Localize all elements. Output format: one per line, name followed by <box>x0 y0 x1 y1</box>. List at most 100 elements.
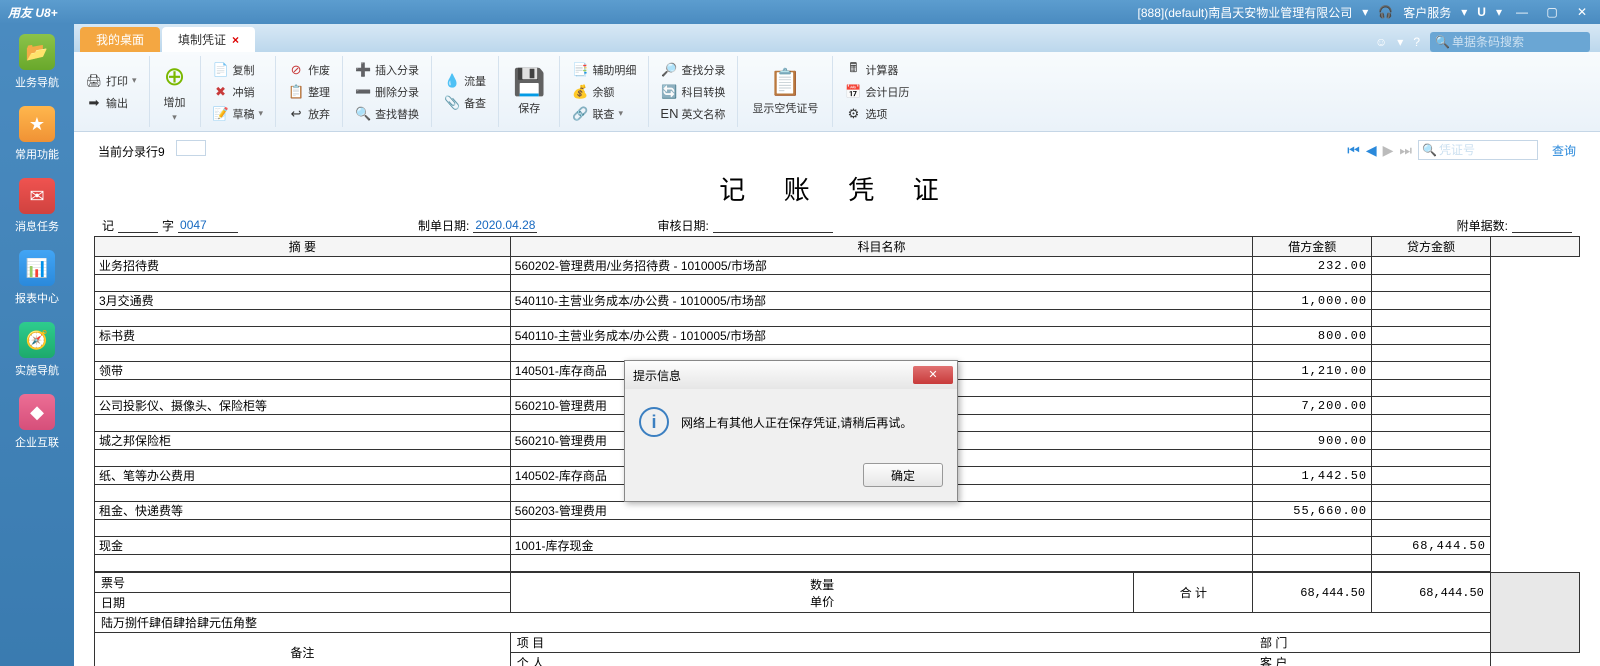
sidebar-item-enterprise[interactable]: ◆企业互联 <box>15 394 59 450</box>
flow-button[interactable]: 💧流量 <box>440 71 490 91</box>
col-credit[interactable]: 贷方金额 <box>1372 237 1491 257</box>
sidebar-item-report[interactable]: 📊报表中心 <box>15 250 59 306</box>
cell-credit[interactable] <box>1372 432 1491 450</box>
cell-credit[interactable] <box>1372 362 1491 380</box>
show-empty-button[interactable]: 📋显示空凭证号 <box>746 63 824 120</box>
cell-debit[interactable]: 7,200.00 <box>1253 397 1372 415</box>
help-icon[interactable]: ? <box>1413 35 1420 49</box>
sidebar-item-nav[interactable]: 📂业务导航 <box>15 34 59 90</box>
void-button[interactable]: ⊘作废 <box>284 60 334 80</box>
cell-debit[interactable]: 1,442.50 <box>1253 467 1372 485</box>
backup-button[interactable]: 📎备查 <box>440 93 490 113</box>
voucher-number[interactable]: 0047 <box>178 218 238 233</box>
cell-credit[interactable] <box>1372 327 1491 345</box>
cell-debit[interactable] <box>1253 537 1372 555</box>
barcode-search-input[interactable] <box>1430 32 1590 52</box>
cell-credit[interactable] <box>1372 292 1491 310</box>
cell-summary[interactable]: 领带 <box>95 362 511 380</box>
discard-button[interactable]: ↩放弃 <box>284 104 334 124</box>
cell-subject[interactable]: 560202-管理费用/业务招待费 - 1010005/市场部 <box>510 257 1253 275</box>
option-button[interactable]: ⚙选项 <box>841 104 913 124</box>
add-button[interactable]: ⊕增加 <box>158 57 192 127</box>
cell-credit[interactable] <box>1372 397 1491 415</box>
cell-summary[interactable]: 租金、快递费等 <box>95 502 511 520</box>
arrange-button[interactable]: 📋整理 <box>284 82 334 102</box>
nav-first-icon[interactable]: ⏮ <box>1347 142 1360 159</box>
u-label[interactable]: U <box>1477 5 1486 19</box>
smiley-icon[interactable]: ☺ <box>1375 35 1387 49</box>
cell-summary[interactable]: 城之邦保险柜 <box>95 432 511 450</box>
tab-desktop[interactable]: 我的桌面 <box>80 27 160 52</box>
cell-summary[interactable]: 纸、笔等办公费用 <box>95 467 511 485</box>
aux-detail-button[interactable]: 📑辅助明细 <box>568 60 640 80</box>
close-button[interactable]: ✕ <box>1572 5 1592 19</box>
cell-summary[interactable]: 现金 <box>95 537 511 555</box>
cell-credit[interactable] <box>1372 467 1491 485</box>
cell-credit[interactable] <box>1372 502 1491 520</box>
minimize-button[interactable]: — <box>1512 5 1532 19</box>
offset-button[interactable]: ✖冲销 <box>209 82 268 102</box>
nav-last-icon[interactable]: ⏭ <box>1399 142 1412 159</box>
service-dropdown-icon[interactable]: ▾ <box>1461 5 1467 19</box>
calendar-button[interactable]: 📅会计日历 <box>841 82 913 102</box>
smiley-dropdown-icon[interactable]: ▾ <box>1397 35 1403 49</box>
cell-debit[interactable]: 1,000.00 <box>1253 292 1372 310</box>
col-summary[interactable]: 摘 要 <box>95 237 511 257</box>
english-name-button[interactable]: EN英文名称 <box>657 104 729 124</box>
sidebar-item-common[interactable]: ★常用功能 <box>15 106 59 162</box>
headset-icon[interactable]: 🎧 <box>1378 5 1393 19</box>
cell-subject[interactable]: 560203-管理费用 <box>510 502 1253 520</box>
calculator-button[interactable]: 🖩计算器 <box>841 60 913 80</box>
cell-credit[interactable]: 68,444.50 <box>1372 537 1491 555</box>
cell-debit[interactable]: 800.00 <box>1253 327 1372 345</box>
dialog-close-button[interactable]: ✕ <box>913 366 953 384</box>
cell-subject[interactable]: 540110-主营业务成本/办公费 - 1010005/市场部 <box>510 327 1253 345</box>
table-row[interactable]: 现金1001-库存现金 68,444.50 <box>95 537 1580 555</box>
delete-entry-button[interactable]: ➖删除分录 <box>351 82 423 102</box>
replace-button[interactable]: 🔍查找替换 <box>351 104 423 124</box>
entry-row-box[interactable] <box>176 140 206 156</box>
draft-button[interactable]: 📝草稿 <box>209 104 268 124</box>
maximize-button[interactable]: ▢ <box>1542 5 1562 19</box>
cell-summary[interactable]: 公司投影仪、摄像头、保险柜等 <box>95 397 511 415</box>
table-row[interactable]: 3月交通费540110-主营业务成本/办公费 - 1010005/市场部1,00… <box>95 292 1580 310</box>
customer-service[interactable]: 客户服务 <box>1403 4 1451 21</box>
check-button[interactable]: 🔗联查 <box>568 104 640 124</box>
vertical-scrollbar[interactable] <box>1490 237 1579 257</box>
balance-button[interactable]: 💰余额 <box>568 82 640 102</box>
cell-summary[interactable]: 标书费 <box>95 327 511 345</box>
nav-prev-icon[interactable]: ◀ <box>1366 142 1377 159</box>
col-subject[interactable]: 科目名称 <box>510 237 1253 257</box>
subject-convert-button[interactable]: 🔄科目转换 <box>657 82 729 102</box>
dialog-ok-button[interactable]: 确定 <box>863 463 943 487</box>
output-button[interactable]: ➡输出 <box>82 93 141 113</box>
nav-next-icon[interactable]: ▶ <box>1383 142 1394 159</box>
sidebar-item-implement[interactable]: 🧭实施导航 <box>15 322 59 378</box>
copy-button[interactable]: 📄复制 <box>209 60 268 80</box>
cell-debit[interactable]: 232.00 <box>1253 257 1372 275</box>
footer-scrollbar[interactable] <box>1490 573 1579 653</box>
col-debit[interactable]: 借方金额 <box>1253 237 1372 257</box>
cell-debit[interactable]: 55,660.00 <box>1253 502 1372 520</box>
tab-voucher[interactable]: 填制凭证× <box>162 27 255 52</box>
save-button[interactable]: 💾保存 <box>507 63 551 120</box>
query-button[interactable]: 查询 <box>1552 142 1576 159</box>
cell-summary[interactable]: 业务招待费 <box>95 257 511 275</box>
u-dropdown-icon[interactable]: ▾ <box>1496 5 1502 19</box>
cell-debit[interactable]: 1,210.00 <box>1253 362 1372 380</box>
table-row[interactable]: 标书费540110-主营业务成本/办公费 - 1010005/市场部800.00 <box>95 327 1580 345</box>
doc-date[interactable]: 2020.04.28 <box>473 218 537 233</box>
cell-credit[interactable] <box>1372 257 1491 275</box>
tab-close-icon[interactable]: × <box>232 33 239 47</box>
cell-debit[interactable]: 900.00 <box>1253 432 1372 450</box>
cell-subject[interactable]: 540110-主营业务成本/办公费 - 1010005/市场部 <box>510 292 1253 310</box>
sidebar-item-message[interactable]: ✉消息任务 <box>15 178 59 234</box>
account-dropdown-icon[interactable]: ▾ <box>1362 5 1368 19</box>
cell-subject[interactable]: 1001-库存现金 <box>510 537 1253 555</box>
cell-summary[interactable]: 3月交通费 <box>95 292 511 310</box>
insert-entry-button[interactable]: ➕插入分录 <box>351 60 423 80</box>
find-entry-button[interactable]: 🔎查找分录 <box>657 60 729 80</box>
print-button[interactable]: 🖨打印 <box>82 71 141 91</box>
table-row[interactable]: 租金、快递费等560203-管理费用55,660.00 <box>95 502 1580 520</box>
table-row[interactable]: 业务招待费560202-管理费用/业务招待费 - 1010005/市场部232.… <box>95 257 1580 275</box>
